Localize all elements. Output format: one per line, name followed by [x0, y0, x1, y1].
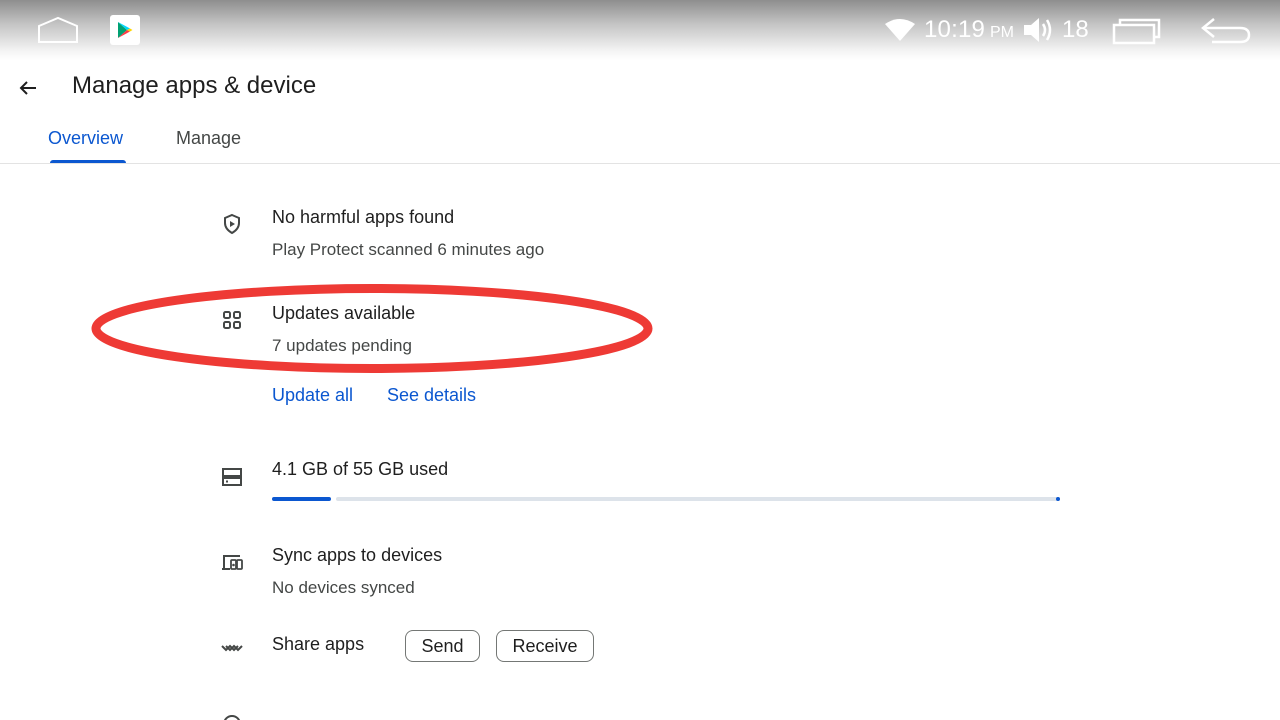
- updates-title[interactable]: Updates available: [272, 303, 415, 324]
- tab-overview[interactable]: Overview: [48, 128, 123, 149]
- tab-manage[interactable]: Manage: [176, 128, 241, 149]
- share-apps-title: Share apps: [272, 634, 365, 654]
- volume-level: 18: [1062, 16, 1089, 43]
- wifi-icon: [885, 19, 915, 41]
- storage-icon: [222, 468, 242, 486]
- clock-time: 10:19: [924, 16, 986, 43]
- storage-free-track: [336, 497, 1060, 501]
- status-bar: 10:19 PM 18: [0, 0, 1280, 60]
- volume-icon: [1024, 18, 1052, 42]
- see-details-button[interactable]: See details: [387, 385, 476, 406]
- partial-row-icon: [223, 715, 241, 720]
- receive-button[interactable]: Receive: [496, 630, 594, 662]
- back-nav-icon[interactable]: [1200, 16, 1252, 46]
- page-title: Manage apps & device: [72, 72, 317, 99]
- storage-progress-bar: [272, 497, 1060, 502]
- annotation-ellipse: [91, 284, 653, 373]
- recents-icon[interactable]: [1112, 17, 1162, 45]
- updates-subtitle: 7 updates pending: [272, 336, 412, 355]
- sync-title[interactable]: Sync apps to devices: [272, 545, 442, 566]
- clock-ampm: PM: [990, 24, 1014, 41]
- sync-subtitle: No devices synced: [272, 578, 415, 597]
- arrow-back-icon[interactable]: [16, 76, 40, 100]
- devices-icon: [222, 555, 243, 570]
- storage-end-dot: [1056, 497, 1060, 501]
- play-store-icon[interactable]: [110, 15, 140, 45]
- share-nearby-icon: [221, 644, 243, 652]
- apps-grid-icon: [223, 311, 241, 329]
- play-protect-subtitle: Play Protect scanned 6 minutes ago: [272, 240, 545, 259]
- play-protect-title: No harmful apps found: [272, 207, 455, 227]
- tab-divider: [0, 163, 1280, 164]
- shield-icon: [224, 213, 240, 235]
- storage-used-fill: [272, 497, 331, 501]
- send-button[interactable]: Send: [405, 630, 480, 662]
- home-outline-icon[interactable]: [36, 16, 80, 44]
- update-all-button[interactable]: Update all: [272, 385, 353, 406]
- storage-usage-label[interactable]: 4.1 GB of 55 GB used: [272, 459, 448, 480]
